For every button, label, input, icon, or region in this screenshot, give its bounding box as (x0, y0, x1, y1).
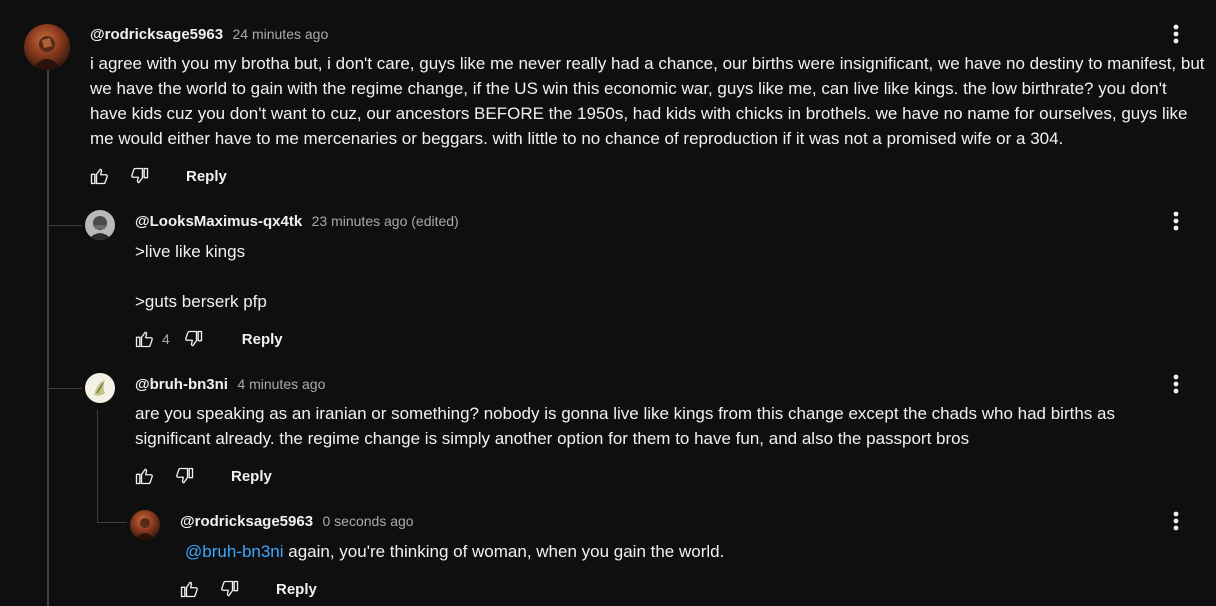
more-actions-button[interactable] (1164, 372, 1188, 396)
reply-button[interactable]: Reply (230, 325, 295, 354)
thread-connector-2 (48, 388, 82, 389)
avatar-art-icon (88, 216, 112, 240)
dislike-button[interactable] (178, 323, 210, 355)
avatar[interactable] (130, 510, 160, 540)
comment-author[interactable]: @LooksMaximus-qx4tk (135, 213, 302, 230)
thumbs-up-icon (180, 581, 198, 598)
thread-line-nested (97, 410, 98, 522)
thumbs-up-icon (90, 168, 108, 185)
comment-actions: Reply (83, 160, 239, 192)
comment-meta: @rodricksage5963 24 minutes ago (90, 24, 328, 45)
thumbs-down-icon (221, 580, 239, 597)
dislike-button[interactable] (214, 573, 246, 605)
comment-text: @bruh-bn3ni again, you're thinking of wo… (180, 539, 724, 564)
more-actions-button[interactable] (1164, 22, 1188, 46)
comment-timestamp[interactable]: 24 minutes ago (233, 26, 329, 42)
avatar[interactable] (24, 24, 70, 70)
avatar[interactable] (85, 373, 115, 403)
like-count: 4 (162, 331, 170, 347)
comment-text: i agree with you my brotha but, i don't … (90, 54, 1205, 148)
thumbs-down-icon (176, 467, 194, 484)
avatar[interactable] (85, 210, 115, 240)
comment-timestamp[interactable]: 23 minutes ago (edited) (312, 213, 459, 229)
thread-connector-3 (97, 522, 127, 523)
thumbs-down-icon (131, 167, 149, 184)
comment-actions: Reply (173, 573, 329, 605)
comment-meta: @bruh-bn3ni 4 minutes ago (135, 374, 325, 395)
comment-meta: @rodricksage5963 0 seconds ago (180, 511, 414, 532)
more-actions-button[interactable] (1164, 209, 1188, 233)
more-vert-icon (1173, 374, 1179, 394)
more-vert-icon (1173, 511, 1179, 531)
thumbs-up-icon (135, 468, 153, 485)
dislike-button[interactable] (124, 160, 156, 192)
avatar-art-icon (94, 380, 105, 396)
thumbs-up-icon (135, 331, 153, 348)
comment-author[interactable]: @rodricksage5963 (180, 513, 313, 530)
reply-button[interactable]: Reply (219, 462, 284, 491)
comment-author[interactable]: @bruh-bn3ni (135, 376, 228, 393)
like-button[interactable] (173, 573, 205, 605)
comment-actions: 4 Reply (128, 323, 295, 355)
comment-text-line: >live like kings (135, 242, 246, 261)
thread-connector-1 (48, 225, 82, 226)
comment-text-rest: again, you're thinking of woman, when yo… (283, 542, 725, 561)
reply-button[interactable]: Reply (264, 575, 329, 604)
like-button[interactable] (128, 323, 160, 355)
thread-line-main (47, 60, 49, 606)
comment-meta: @LooksMaximus-qx4tk 23 minutes ago (edit… (135, 211, 459, 232)
reply-button[interactable]: Reply (174, 162, 239, 191)
like-button[interactable] (128, 460, 160, 492)
comment-author[interactable]: @rodricksage5963 (90, 26, 223, 43)
avatar-art-icon (32, 36, 62, 70)
more-vert-icon (1173, 211, 1179, 231)
avatar-art-icon (135, 518, 155, 540)
comment-timestamp[interactable]: 4 minutes ago (237, 376, 325, 392)
comment-text-line: >guts berserk pfp (135, 292, 267, 311)
thumbs-down-icon (184, 330, 202, 347)
more-actions-button[interactable] (1164, 509, 1188, 533)
like-button[interactable] (83, 160, 115, 192)
dislike-button[interactable] (169, 460, 201, 492)
comment-text: are you speaking as an iranian or someth… (135, 404, 1115, 448)
comment-actions: Reply (128, 460, 284, 492)
more-vert-icon (1173, 24, 1179, 44)
comment-timestamp[interactable]: 0 seconds ago (323, 513, 414, 529)
mention-link[interactable]: @bruh-bn3ni (185, 542, 284, 561)
